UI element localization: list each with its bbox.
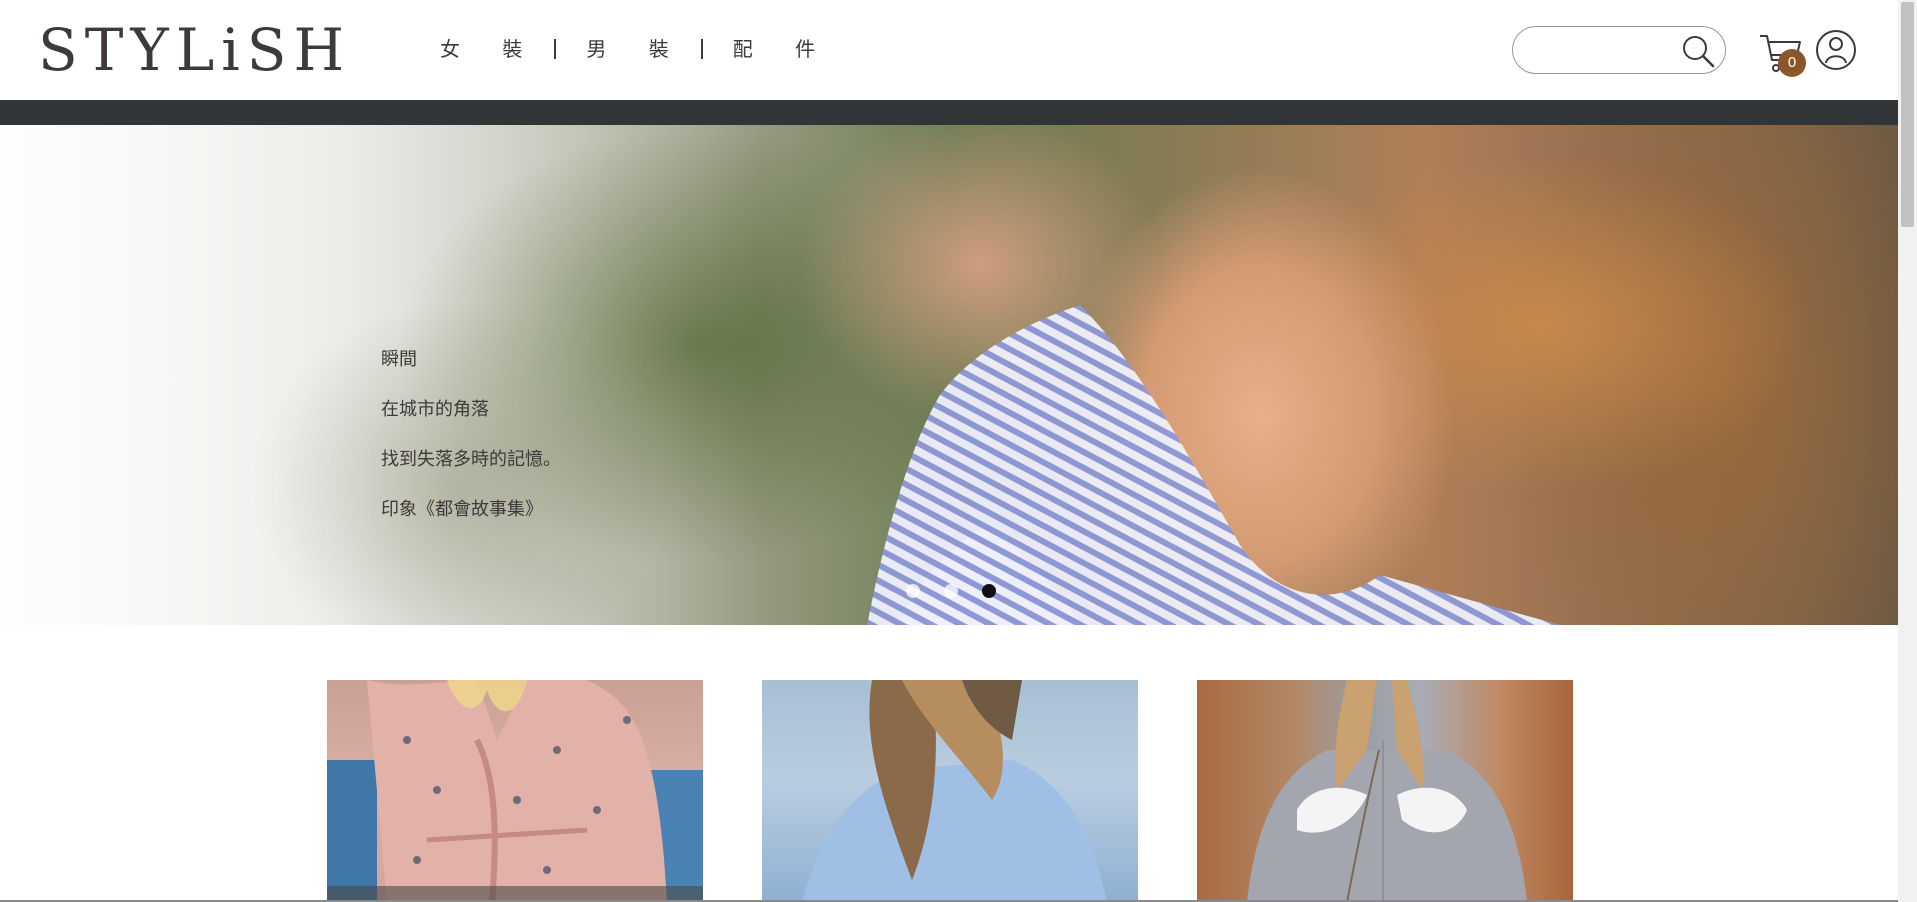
hero-shirt-illustration: [867, 305, 1560, 625]
product-image: [802, 680, 1107, 902]
product-image: [327, 680, 703, 902]
hero-line: 印象《都會故事集》: [381, 499, 543, 520]
main-nav: 女 裝 男 裝 配 件: [440, 34, 833, 64]
nav-men[interactable]: 男 裝: [586, 34, 686, 64]
logo[interactable]: STYLiSH: [38, 18, 351, 82]
nav-divider: [700, 39, 703, 59]
scrollbar-thumb[interactable]: [1901, 2, 1914, 227]
site-header: STYLiSH 女 裝 男 裝 配 件 0: [0, 0, 1898, 100]
hero-carousel[interactable]: 瞬間 在城市的角落 找到失落多時的記憶。 印象《都會故事集》: [0, 125, 1898, 625]
nav-divider: [554, 39, 557, 59]
hero-fade-overlay: [0, 125, 760, 625]
nav-accessories[interactable]: 配 件: [733, 34, 833, 64]
product-blue-blouse[interactable]: [762, 680, 1138, 902]
product-pink-floral-dress[interactable]: [327, 680, 703, 902]
carousel-dot-1[interactable]: [906, 584, 920, 598]
hero-line: 在城市的角落: [381, 399, 489, 420]
member-icon[interactable]: [1814, 28, 1858, 72]
carousel-dots: [906, 584, 1020, 598]
carousel-dot-3[interactable]: [982, 584, 996, 598]
header-divider-bar: [0, 100, 1898, 125]
search-icon[interactable]: [1681, 34, 1715, 68]
carousel-dot-2[interactable]: [944, 584, 958, 598]
hero-line: 找到失落多時的記憶。: [381, 449, 561, 470]
hero-line: 瞬間: [381, 349, 417, 370]
product-grey-shell-shirt[interactable]: [1197, 680, 1573, 902]
product-image: [1247, 680, 1527, 902]
page-scrollbar[interactable]: [1898, 0, 1917, 902]
search-box: [1512, 26, 1726, 74]
cart-count-badge: 0: [1778, 49, 1806, 77]
nav-women[interactable]: 女 裝: [440, 34, 540, 64]
search-input[interactable]: [1531, 37, 1681, 65]
hero-story: 瞬間 在城市的角落 找到失落多時的記憶。 印象《都會故事集》: [381, 335, 561, 535]
